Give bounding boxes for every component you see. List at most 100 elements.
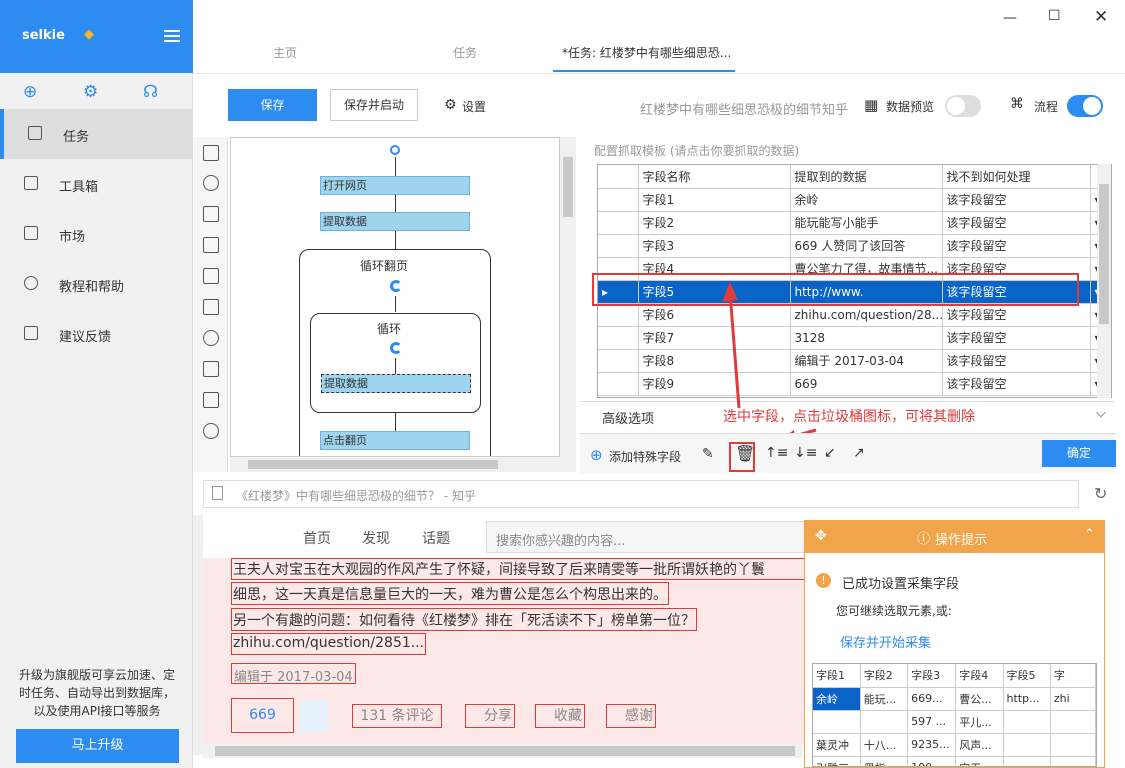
table-cell[interactable]: 该字段留空: [942, 372, 1091, 396]
zhihu-nav-home[interactable]: 首页: [303, 528, 331, 548]
answer-line-1[interactable]: 王夫人对宝玉在大观园的作风产生了怀疑，间接导致了后来晴雯等一批所谓妖艳的丫鬟: [231, 558, 808, 580]
hierarchy-icon[interactable]: [203, 361, 219, 377]
table-scrollbar[interactable]: [1097, 164, 1111, 398]
maximize-icon[interactable]: ☐: [1048, 8, 1061, 24]
share-button[interactable]: 分享: [465, 704, 515, 728]
table-cell[interactable]: 字段2: [638, 211, 791, 235]
settings-button[interactable]: 设置: [462, 98, 486, 115]
table-cell[interactable]: 提取到的数据: [790, 165, 943, 189]
vote-button[interactable]: 669: [231, 698, 294, 733]
table-cell[interactable]: 字段1: [638, 188, 791, 212]
export-icon[interactable]: ↗: [853, 445, 865, 461]
table-cell[interactable]: 该字段留空: [942, 234, 1091, 258]
collapse-icon[interactable]: ⌃: [1084, 527, 1095, 542]
confirm-button[interactable]: 确定: [1042, 440, 1116, 467]
answer-line-2[interactable]: 细思，这一天真是信息量巨大的一天，难为曹公是怎么个构思出来的。: [231, 582, 669, 605]
upload-icon[interactable]: [203, 206, 219, 222]
tip-cell: 卍雕三: [813, 756, 861, 766]
tip-header-row: 字段1 字段2 字段3 字段4 字段5 字: [813, 664, 1096, 688]
table-row[interactable]: 字段73128该字段留空▾: [598, 326, 1109, 350]
flow-node-extract-loop[interactable]: 提取数据: [321, 374, 471, 393]
screenshot-icon[interactable]: [203, 268, 219, 284]
flow-node-extract[interactable]: 提取数据: [320, 212, 470, 231]
loop-icon[interactable]: [203, 423, 219, 439]
table-row[interactable]: 字段1余岭该字段留空▾: [598, 188, 1109, 212]
gear-icon[interactable]: ⚙: [83, 82, 98, 102]
cursor-icon[interactable]: [203, 392, 219, 408]
sidebar-item-feedback[interactable]: 建议反馈: [0, 309, 193, 359]
flow-toggle[interactable]: [1067, 95, 1103, 117]
table-row[interactable]: 字段9669该字段留空▾: [598, 372, 1109, 396]
zhihu-search-input[interactable]: 搜索你感兴趣的内容...: [486, 521, 836, 553]
url-bar[interactable]: 《红楼梦》中有哪些细思恐极的细节？ - 知乎: [203, 480, 1079, 508]
table-row[interactable]: 字段3669 人赞同了该回答该字段留空▾: [598, 234, 1109, 258]
vote-down-button[interactable]: [300, 700, 328, 732]
answer-link[interactable]: zhihu.com/question/2851...: [231, 633, 427, 655]
edited-date[interactable]: 编辑于 2017-03-04: [231, 663, 356, 685]
chevron-down-icon[interactable]: ⌵: [1096, 406, 1106, 421]
table-row[interactable]: 字段2能玩能写小能手该字段留空▾: [598, 211, 1109, 235]
reload-icon[interactable]: ↻: [1094, 484, 1107, 503]
hamburger-icon[interactable]: [164, 30, 180, 42]
table-row[interactable]: 字段8编辑于 2017-03-04该字段留空▾: [598, 349, 1109, 373]
loop-page-box[interactable]: 循环翻页 循环 提取数据 点击翻页: [299, 249, 491, 456]
flow-node-open-page[interactable]: 打开网页: [320, 176, 470, 195]
tab-home[interactable]: 主页: [273, 44, 297, 61]
collect-button[interactable]: 收藏: [535, 704, 585, 728]
click-icon[interactable]: [203, 175, 219, 191]
answer-line-3[interactable]: 另一个有趣的问题：如何看待《红楼梦》排在「死活读不下」榜单第一位？: [231, 608, 697, 631]
headset-icon[interactable]: ☊: [143, 82, 158, 102]
move-down-icon[interactable]: ↓≡: [794, 445, 817, 461]
import-icon[interactable]: ↙: [824, 445, 836, 461]
data-preview-toggle[interactable]: [945, 95, 981, 117]
table-cell[interactable]: 余岭: [790, 188, 943, 212]
edit-icon[interactable]: [203, 237, 219, 253]
save-start-button[interactable]: 保存并启动: [330, 89, 418, 121]
table-cell[interactable]: 能玩能写小能手: [790, 211, 943, 235]
info-icon: ⓘ: [917, 532, 931, 547]
table-cell[interactable]: 找不到如何处理: [942, 165, 1091, 189]
trash-highlight: [729, 442, 755, 472]
sidebar-item-tasks[interactable]: 任务: [0, 109, 193, 159]
tab-tasks[interactable]: 任务: [453, 44, 477, 61]
table-cell[interactable]: 该字段留空: [942, 303, 1091, 327]
page-hscrollbar[interactable]: [203, 744, 803, 758]
sidebar-item-help[interactable]: 教程和帮助: [0, 259, 193, 309]
loop-box[interactable]: 循环 提取数据: [310, 313, 481, 413]
gear-icon[interactable]: ⚙: [444, 97, 457, 113]
save-button[interactable]: 保存: [228, 89, 317, 121]
zhihu-nav-discover[interactable]: 发现: [362, 528, 390, 548]
table-cell[interactable]: 该字段留空: [942, 326, 1091, 350]
upgrade-button[interactable]: 马上升级: [16, 729, 179, 763]
table-cell[interactable]: 字段3: [638, 234, 791, 258]
refresh-icon[interactable]: [203, 330, 219, 346]
table-cell[interactable]: 669 人赞同了该回答: [790, 234, 943, 258]
thanks-button[interactable]: 感谢: [606, 704, 656, 728]
sidebar-item-toolbox[interactable]: 工具箱: [0, 159, 193, 209]
add-special-field-button[interactable]: 添加特殊字段: [609, 448, 681, 465]
add-step-icon[interactable]: [203, 145, 219, 161]
flow-node-click-next[interactable]: 点击翻页: [320, 431, 470, 450]
table-header-row[interactable]: 字段名称 提取到的数据 找不到如何处理: [598, 165, 1109, 189]
table-cell[interactable]: 该字段留空: [942, 188, 1091, 212]
add-icon[interactable]: ⊕: [23, 82, 37, 102]
table-row[interactable]: 字段6zhihu.com/question/28...该字段留空▾: [598, 303, 1109, 327]
minimize-icon[interactable]: —: [1003, 10, 1017, 26]
flow-vertical-scrollbar[interactable]: [560, 137, 576, 457]
move-up-icon[interactable]: ↑≡: [765, 445, 788, 461]
table-cell[interactable]: 该字段留空: [942, 211, 1091, 235]
comments-button[interactable]: 131 条评论: [352, 704, 442, 728]
tip-save-start-link[interactable]: 保存并开始采集: [840, 632, 931, 651]
add-icon[interactable]: ⊕: [590, 446, 603, 464]
edit-field-icon[interactable]: ✎: [702, 446, 714, 462]
brand-header: selkie ◆: [0, 0, 193, 73]
table-cell[interactable]: 该字段留空: [942, 349, 1091, 373]
close-icon[interactable]: ✕: [1094, 7, 1108, 27]
list-icon[interactable]: [203, 299, 219, 315]
table-cell[interactable]: 字段名称: [638, 165, 791, 189]
zhihu-nav-topics[interactable]: 话题: [422, 528, 450, 548]
flow-horizontal-scrollbar[interactable]: [230, 457, 576, 472]
sidebar-item-market[interactable]: 市场: [0, 209, 193, 259]
move-icon[interactable]: ✥: [815, 528, 827, 544]
tab-current-task[interactable]: *任务: 红楼梦中有哪些细思恐...: [562, 44, 731, 61]
